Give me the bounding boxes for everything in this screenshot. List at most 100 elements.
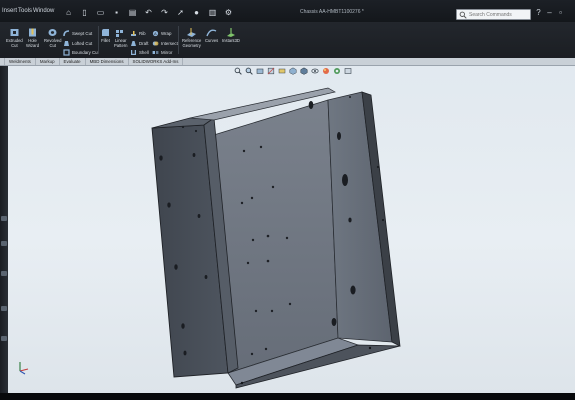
dynamic-annotation-icon[interactable] — [278, 67, 286, 75]
solidworks-window: Insert Tools Window ⌂ ▯ ▭ ▪ ▤ ↶ ↷ ➚ ● ▥ … — [0, 0, 575, 400]
swept-cut-label: Swept Cut — [72, 31, 93, 36]
heads-up-view-toolbar — [234, 66, 352, 76]
lofted-cut-label: Lofted Cut — [72, 41, 93, 46]
swept-cut-icon — [63, 30, 70, 37]
dimxpert-manager-icon[interactable] — [1, 306, 7, 311]
print-icon[interactable]: ▤ — [126, 7, 139, 18]
tab-solidworks-add-ins[interactable]: SOLIDWORKS Add-Ins — [129, 58, 184, 65]
lofted-cut-button[interactable]: Lofted Cut — [63, 40, 92, 47]
ribbon-divider — [178, 26, 179, 54]
mirror-button[interactable]: Mirror — [152, 49, 172, 56]
hole-wizard-button[interactable]: Hole Wizard — [26, 27, 39, 48]
apply-scene-icon[interactable] — [333, 67, 341, 75]
intersect-button[interactable]: Intersect — [152, 40, 178, 47]
hole-wizard-icon — [29, 28, 37, 37]
zoom-to-fit-icon[interactable] — [234, 67, 242, 75]
save-icon[interactable]: ▪ — [110, 7, 123, 18]
revolved-cut-icon — [48, 29, 57, 36]
fillet-icon — [102, 29, 109, 36]
boundary-cut-icon — [63, 49, 70, 56]
shell-label: Shell — [139, 50, 149, 55]
left-task-pane — [0, 66, 8, 400]
extruded-cut-button[interactable]: Extruded Cut — [6, 27, 23, 48]
minimize-icon[interactable]: – — [545, 8, 554, 18]
open-icon[interactable]: ▭ — [94, 7, 107, 18]
intersect-label: Intersect — [161, 41, 178, 46]
search-icon — [459, 11, 467, 19]
command-manager: Extruded Cut Hole Wizard Revolved Cut Sw… — [0, 22, 575, 58]
menu-tools[interactable]: Tools — [18, 8, 32, 14]
wrap-button[interactable]: A Wrap — [152, 30, 171, 37]
draft-label: Draft — [139, 41, 149, 46]
extruded-cut-icon — [10, 29, 19, 36]
shell-icon — [131, 50, 136, 55]
reference-geometry-icon — [187, 28, 197, 37]
maximize-icon[interactable]: ▫ — [556, 8, 565, 18]
instant3d-button[interactable]: Instant3D — [222, 27, 240, 43]
hide-show-icon[interactable] — [311, 67, 319, 75]
title-bar: Insert Tools Window ⌂ ▯ ▭ ▪ ▤ ↶ ↷ ➚ ● ▥ … — [0, 0, 575, 22]
revolved-cut-label: Revolved Cut — [44, 38, 62, 48]
configuration-manager-icon[interactable] — [1, 271, 7, 276]
linear-pattern-button[interactable]: Linear Pattern — [114, 27, 128, 48]
tab-mbd-dimensions[interactable]: MBD Dimensions — [86, 58, 129, 65]
wrap-icon: A — [152, 30, 159, 37]
file-properties-icon[interactable]: ▥ — [206, 7, 219, 18]
previous-view-icon[interactable] — [256, 67, 264, 75]
reference-geometry-label: Reference Geometry — [182, 38, 202, 48]
mirror-icon — [152, 51, 159, 54]
boundary-cut-label: Boundary Cut — [72, 50, 99, 55]
shell-button[interactable]: Shell — [130, 49, 149, 56]
rib-button[interactable]: Rib — [130, 30, 146, 37]
monitor-bezel — [0, 393, 575, 400]
ribbon-divider — [98, 26, 99, 54]
curves-label: Curves — [205, 38, 219, 43]
document-title: Chassis AA-HMBT1100276 * — [300, 9, 364, 15]
fillet-button[interactable]: Fillet — [100, 27, 111, 43]
search-box[interactable] — [456, 9, 531, 20]
view-settings-icon[interactable] — [344, 67, 352, 75]
instant3d-label: Instant3D — [222, 38, 240, 43]
view-orientation-icon[interactable] — [289, 67, 297, 75]
search-input[interactable] — [467, 11, 527, 18]
draft-button[interactable]: Draft — [130, 40, 149, 47]
tab-evaluate[interactable]: Evaluate — [60, 58, 86, 65]
menu-insert[interactable]: Insert — [2, 8, 17, 14]
chassis-model[interactable] — [140, 80, 420, 390]
fillet-label: Fillet — [101, 38, 110, 43]
display-style-icon[interactable] — [300, 67, 308, 75]
menu-window[interactable]: Window — [33, 8, 54, 14]
curves-button[interactable]: Curves — [205, 27, 218, 43]
tab-markup[interactable]: Markup — [36, 58, 60, 65]
help-icon[interactable]: ? — [534, 8, 543, 18]
select-icon[interactable]: ➚ — [174, 7, 187, 18]
undo-icon[interactable]: ↶ — [142, 7, 155, 18]
tab-weldments[interactable]: Weldments — [5, 58, 36, 65]
instant3d-icon — [227, 28, 236, 37]
home-icon[interactable]: ⌂ — [62, 7, 75, 18]
feature-manager-icon[interactable] — [1, 216, 7, 221]
command-tabs: Weldments Markup Evaluate MBD Dimensions… — [0, 58, 575, 66]
swept-cut-button[interactable]: Swept Cut — [63, 30, 92, 37]
lofted-cut-icon — [64, 41, 69, 46]
reference-geometry-button[interactable]: Reference Geometry — [182, 27, 201, 48]
redo-icon[interactable]: ↷ — [158, 7, 171, 18]
revolved-cut-button[interactable]: Revolved Cut — [44, 27, 61, 48]
edit-appearance-icon[interactable] — [322, 67, 330, 75]
property-manager-icon[interactable] — [1, 241, 7, 246]
coordinate-triad — [19, 362, 29, 375]
curves-icon — [206, 29, 217, 37]
zoom-to-area-icon[interactable] — [245, 67, 253, 75]
section-view-icon[interactable] — [267, 67, 275, 75]
svg-text:A: A — [154, 31, 157, 36]
display-manager-icon[interactable] — [1, 336, 7, 341]
new-file-icon[interactable]: ▯ — [78, 7, 91, 18]
draft-icon — [131, 41, 136, 46]
boundary-cut-button[interactable]: Boundary Cut — [63, 49, 99, 56]
wrap-label: Wrap — [161, 31, 172, 36]
rebuild-icon[interactable]: ● — [190, 7, 203, 18]
quick-access-toolbar: ⌂ ▯ ▭ ▪ ▤ ↶ ↷ ➚ ● ▥ ⚙ — [62, 5, 235, 19]
linear-pattern-label: Linear Pattern — [114, 38, 128, 48]
mirror-label: Mirror — [161, 50, 173, 55]
options-icon[interactable]: ⚙ — [222, 7, 235, 18]
